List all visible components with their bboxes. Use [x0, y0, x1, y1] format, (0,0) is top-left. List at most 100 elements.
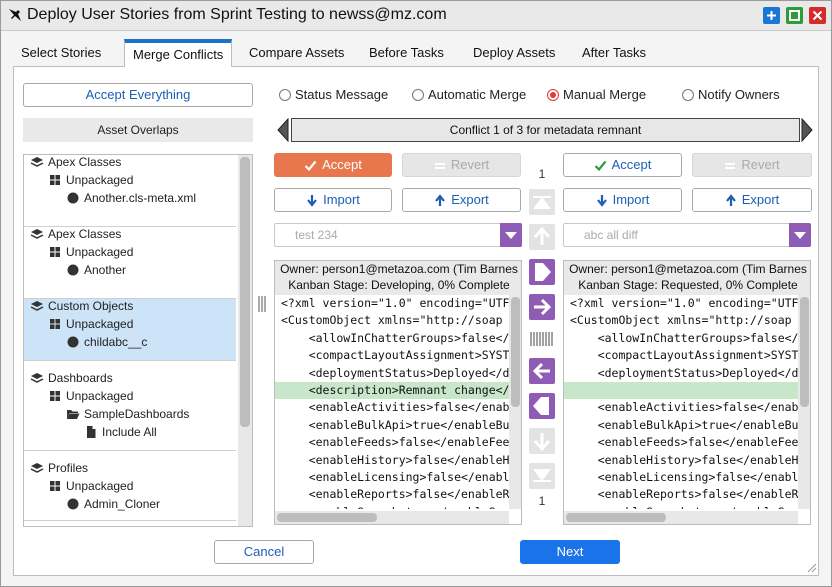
right-code-hscroll-thumb[interactable] [566, 513, 666, 522]
left-code-lines[interactable]: <?xml version="1.0" encoding="UTF <Custom… [275, 295, 509, 509]
code-line: <CustomObject xmlns="http://soap [281, 313, 503, 328]
code-line: <enableSearch>true</enableSea [275, 504, 509, 509]
tree-package-row[interactable]: Unpackaged [48, 389, 133, 407]
chevron-down-icon[interactable] [500, 223, 522, 247]
tree-package-row[interactable]: Unpackaged [48, 479, 133, 497]
code-line: <enableLicensing>false</enabl [281, 469, 509, 484]
tree-item-row[interactable]: Another [66, 263, 126, 281]
radio-notify-owners[interactable]: Notify Owners [682, 87, 780, 102]
arrow-up-icon [533, 226, 551, 245]
right-export-button[interactable]: Export [692, 188, 812, 212]
restore-button[interactable] [786, 7, 803, 24]
code-line: <enableActivities>false</enab [281, 400, 509, 415]
tree-type-row[interactable]: Dashboards [30, 371, 113, 389]
right-revert-button[interactable]: Revert [692, 153, 812, 177]
dialog-window: Deploy User Stories from Sprint Testing … [0, 0, 832, 587]
conflict-status: Conflict 1 of 3 for metadata remnant [291, 118, 800, 142]
code-line: <enableBulkApi>true</enableBu [281, 417, 509, 432]
code-line: <enableBulkApi>true</enableBu [570, 417, 798, 432]
previous-conflict-icon[interactable] [276, 118, 290, 142]
copy-right-button[interactable] [529, 294, 555, 320]
tree-item-label: childabc__c [84, 335, 148, 349]
tree-folder-row[interactable]: SampleDashboards [66, 407, 189, 425]
splitter-handle[interactable] [257, 295, 267, 313]
left-revert-button[interactable]: Revert [402, 153, 521, 177]
tree-type-row[interactable]: Profiles [30, 461, 88, 479]
tree-group[interactable]: Apex Classes Unpackaged Another.cls-meta… [24, 155, 236, 227]
tree-package-row[interactable]: Unpackaged [48, 317, 133, 335]
splitter-handle[interactable] [529, 331, 555, 347]
left-export-button[interactable]: Export [402, 188, 521, 212]
move-first-button[interactable] [529, 189, 555, 215]
accept-everything-button[interactable]: Accept Everything [23, 83, 253, 107]
tree-item-row[interactable]: Admin_Cloner [66, 497, 160, 515]
arrow-down-icon [307, 195, 317, 207]
code-line: <enableReports>false</enableR [570, 487, 798, 502]
tree-group[interactable]: Dashboards Unpackaged SampleDashboards I… [24, 361, 236, 451]
tree-type-row[interactable]: Custom Objects [30, 299, 133, 317]
right-code-lines[interactable]: <?xml version="1.0" encoding="UTF <Custom… [564, 295, 798, 509]
tree-group[interactable]: Profiles Unpackaged Admin_Cloner [24, 451, 236, 521]
left-accept-button[interactable]: Accept [274, 153, 392, 177]
copy-left-button[interactable] [529, 358, 555, 384]
right-code-vscroll[interactable] [798, 295, 810, 509]
right-import-button[interactable]: Import [563, 188, 682, 212]
tab-before-tasks[interactable]: Before Tasks [369, 45, 444, 67]
cancel-button[interactable]: Cancel [214, 540, 314, 564]
tree-folder-label: SampleDashboards [84, 407, 190, 421]
bottom-conflict-count: 1 [538, 494, 546, 508]
code-line: <enableLicensing>false</enabl [570, 469, 798, 484]
next-conflict-icon[interactable] [800, 118, 814, 142]
move-down-button[interactable] [529, 428, 555, 454]
tree-item-row[interactable]: Include All [84, 425, 157, 443]
title-bar: Deploy User Stories from Sprint Testing … [1, 1, 831, 31]
left-code-hscroll[interactable] [275, 511, 509, 524]
close-icon [812, 10, 823, 21]
tab-compare-assets[interactable]: Compare Assets [249, 45, 344, 67]
equals-icon [434, 163, 445, 169]
radio-manual-merge[interactable]: Manual Merge [547, 87, 646, 102]
right-accept-button[interactable]: Accept [563, 153, 682, 177]
tree-type-row[interactable]: Apex Classes [30, 155, 121, 173]
tree-item-row[interactable]: childabc__c [66, 335, 147, 353]
move-up-button[interactable] [529, 224, 555, 250]
code-line: <enableFeeds>false</enableFee [281, 435, 509, 450]
right-code-hscroll[interactable] [564, 511, 798, 524]
chevron-down-icon[interactable] [789, 223, 811, 247]
tab-merge-conflicts[interactable]: Merge Conflicts [124, 39, 233, 68]
tree-group[interactable]: Apex Classes Unpackaged Another [24, 227, 236, 299]
tree-item-row[interactable]: Another.cls-meta.xml [66, 191, 196, 209]
resize-grip-icon[interactable] [805, 561, 817, 573]
close-button[interactable] [809, 7, 826, 24]
tree-group-selected[interactable]: Custom Objects Unpackaged childabc__c [24, 299, 236, 361]
tab-select-stories[interactable]: Select Stories [21, 45, 101, 67]
maximize-button[interactable] [763, 7, 780, 24]
right-import-label: Import [612, 192, 650, 207]
left-import-button[interactable]: Import [274, 188, 392, 212]
radio-label: Status Message [295, 87, 389, 102]
radio-automatic-merge[interactable]: Automatic Merge [412, 87, 526, 102]
tree-package-row[interactable]: Unpackaged [48, 173, 133, 191]
right-story-select-value: abc all diff [584, 228, 638, 242]
tree-scrollbar-thumb[interactable] [240, 157, 250, 427]
copy-all-left-button[interactable] [529, 393, 555, 419]
arrow-up-icon [435, 194, 446, 206]
next-button[interactable]: Next [520, 540, 620, 564]
left-story-select[interactable]: test 234 [274, 223, 522, 247]
tree-scrollbar[interactable] [238, 155, 252, 526]
right-code-vscroll-thumb[interactable] [800, 297, 809, 407]
tab-after-tasks[interactable]: After Tasks [582, 45, 646, 67]
left-code-vscroll[interactable] [509, 295, 521, 509]
tree-package-label: Unpackaged [66, 173, 134, 187]
copy-all-right-button[interactable] [529, 259, 555, 285]
tab-deploy-assets[interactable]: Deploy Assets [473, 45, 555, 67]
tree-type-row[interactable]: Apex Classes [30, 227, 121, 245]
right-story-select[interactable]: abc all diff [563, 223, 811, 247]
radio-status-message[interactable]: Status Message [279, 87, 388, 102]
tree-package-row[interactable]: Unpackaged [48, 245, 133, 263]
layers-icon [30, 157, 44, 167]
left-code-vscroll-thumb[interactable] [511, 297, 520, 407]
move-last-button[interactable] [529, 463, 555, 489]
tree-type-label: Custom Objects [48, 299, 134, 313]
left-code-hscroll-thumb[interactable] [277, 513, 377, 522]
